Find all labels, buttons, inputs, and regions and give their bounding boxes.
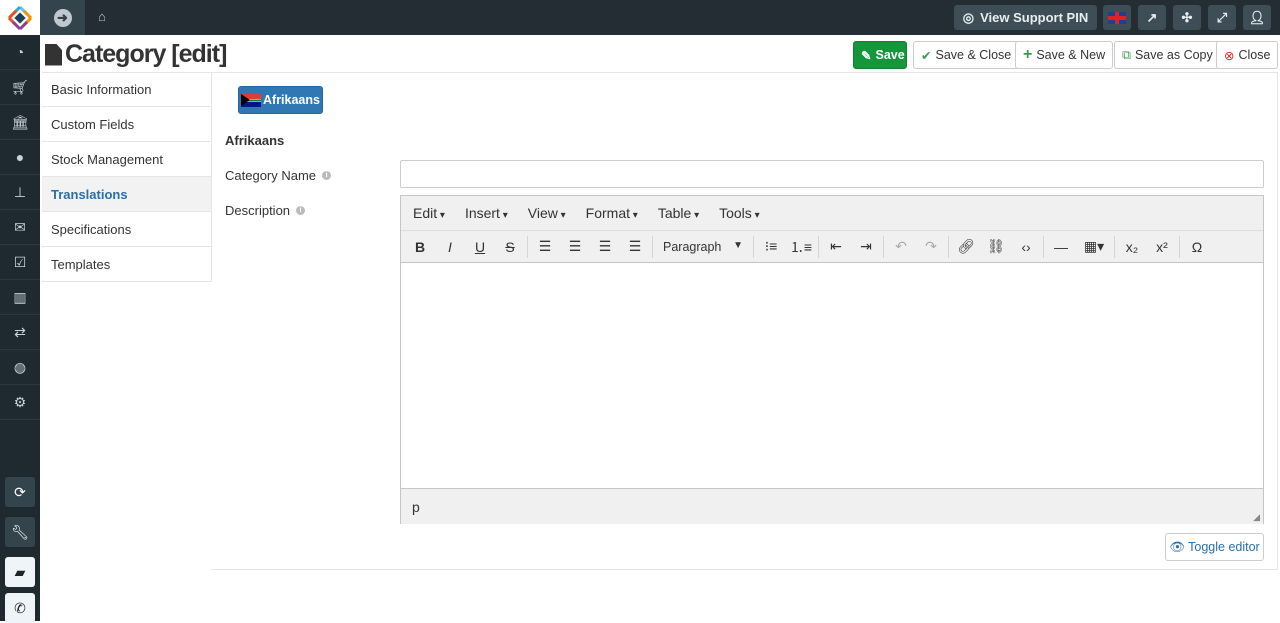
user-icon[interactable]: 👤︎ [1243, 5, 1271, 30]
close-circle-icon: ⊗ [1224, 48, 1235, 63]
check-square-icon[interactable]: ☑ [0, 245, 40, 280]
life-ring-icon: ◎ [962, 9, 975, 25]
redo-icon[interactable]: ↷ [916, 238, 946, 255]
cart-icon[interactable]: 🛒︎ [0, 70, 40, 105]
align-left-icon[interactable]: ☰ [530, 238, 560, 255]
south-africa-flag-icon [241, 93, 261, 107]
editor-statusbar: p ◢ [401, 488, 1263, 524]
resize-handle-icon[interactable]: ◢ [1253, 512, 1260, 523]
save-as-copy-button[interactable]: ⧉ Save as Copy [1114, 41, 1221, 69]
indent-icon[interactable]: ⇥ [851, 238, 881, 255]
numbered-list-icon[interactable]: ⒈≡ [786, 237, 816, 257]
info-icon[interactable]: i [322, 171, 332, 180]
uk-flag-icon [1108, 11, 1126, 24]
bold-icon[interactable]: B [405, 239, 435, 255]
save-new-button[interactable]: + Save & New [1015, 41, 1114, 69]
info-icon[interactable]: i [296, 206, 306, 215]
menu-insert[interactable]: Insert [455, 205, 518, 221]
tab-basic-information[interactable]: Basic Information [42, 72, 211, 107]
save-button[interactable]: ✎ Save [853, 41, 907, 69]
italic-icon[interactable]: I [435, 239, 465, 255]
language-afrikaans-button[interactable]: Afrikaans [238, 86, 323, 114]
refresh-icon[interactable]: ⟳ [5, 477, 35, 507]
undo-icon[interactable]: ↶ [886, 238, 916, 255]
sitemap-icon[interactable]: ⊥ [0, 175, 40, 210]
underline-icon[interactable]: U [465, 239, 495, 255]
phone-icon[interactable]: ✆ [5, 593, 35, 623]
close-button[interactable]: ⊗ Close [1216, 41, 1279, 69]
arrow-right-circle-icon: ➜ [53, 8, 72, 27]
superscript-icon[interactable]: x² [1147, 239, 1177, 255]
logo[interactable] [0, 0, 40, 35]
dashboard-icon[interactable]: ◔ [0, 35, 40, 70]
toggle-editor-button[interactable]: 👁︎ Toggle editor [1165, 533, 1264, 561]
rich-text-editor: Edit Insert View Format Table Tools B I … [400, 195, 1264, 524]
caret-down-icon: ▼ [733, 239, 743, 251]
tab-list: Basic Information Custom Fields Stock Ma… [42, 72, 212, 282]
code-icon[interactable]: ‹› [1011, 239, 1041, 255]
language-button[interactable] [1103, 5, 1131, 30]
tab-specifications[interactable]: Specifications [42, 212, 211, 247]
horizontal-rule-icon[interactable]: — [1046, 239, 1076, 255]
outdent-icon[interactable]: ⇤ [821, 238, 851, 255]
menu-edit[interactable]: Edit [403, 205, 455, 221]
exchange-icon[interactable]: ⇄ [0, 315, 40, 350]
tab-translations[interactable]: Translations [42, 177, 211, 212]
user-icon[interactable]: ● [0, 140, 40, 175]
plus-icon: + [1023, 46, 1033, 63]
align-right-icon[interactable]: ☰ [590, 238, 620, 255]
tab-templates[interactable]: Templates [42, 247, 211, 282]
book-icon[interactable]: ▰ [5, 557, 35, 587]
link-icon[interactable]: 🔗︎ [951, 238, 981, 255]
menu-tools[interactable]: Tools [709, 205, 770, 221]
check-icon: ✔ [921, 48, 932, 63]
home-icon[interactable]: ⌂ [98, 9, 106, 24]
save-close-button[interactable]: ✔ Save & Close [913, 41, 1020, 69]
editor-content-area[interactable] [401, 263, 1263, 488]
category-name-input[interactable] [400, 160, 1264, 188]
bullet-list-icon[interactable]: ⁝≡ [756, 238, 786, 255]
align-center-icon[interactable]: ☰ [560, 238, 590, 255]
sidebar: ◔ 🛒︎ 🏛︎ ● ⊥ ✉ ☑ ▥ ⇄ ◍ ⚙ ⟳ 🔧︎ ▰ ✆ [0, 35, 40, 623]
element-path[interactable]: p [412, 499, 420, 515]
description-label: Description i [225, 203, 306, 218]
copy-icon: ⧉ [1122, 47, 1131, 62]
gear-icon[interactable]: ⚙ [0, 385, 40, 420]
eye-icon: 👁︎ [1169, 539, 1186, 554]
bank-icon[interactable]: 🏛︎ [0, 105, 40, 140]
subscript-icon[interactable]: x₂ [1117, 239, 1147, 255]
page-title: Category [edit] [45, 40, 227, 69]
globe-icon[interactable]: ◍ [0, 350, 40, 385]
align-justify-icon[interactable]: ☰ [620, 238, 650, 255]
language-heading: Afrikaans [225, 133, 285, 148]
menu-format[interactable]: Format [576, 205, 648, 221]
sidebar-toggle-button[interactable]: ➜ [40, 0, 85, 35]
menu-table[interactable]: Table [648, 205, 709, 221]
wrench-icon[interactable]: 🔧︎ [5, 517, 35, 547]
tab-stock-management[interactable]: Stock Management [42, 142, 211, 177]
tab-custom-fields[interactable]: Custom Fields [42, 107, 211, 142]
file-icon [45, 43, 62, 66]
editor-menubar: Edit Insert View Format Table Tools [401, 196, 1263, 231]
block-format-select[interactable]: Paragraph ▼ [655, 240, 751, 254]
menu-view[interactable]: View [518, 205, 576, 221]
category-name-label: Category Name i [225, 168, 332, 183]
unlink-icon[interactable]: ⛓ [981, 238, 1011, 255]
special-character-icon[interactable]: Ω [1182, 239, 1212, 255]
joomla-icon[interactable]: ✣ [1173, 5, 1201, 30]
external-link-icon[interactable]: ↗ [1138, 5, 1166, 30]
bar-chart-icon[interactable]: ▥ [0, 280, 40, 315]
edit-icon: ✎ [861, 48, 872, 63]
strikethrough-icon[interactable]: S [495, 239, 525, 255]
envelope-icon[interactable]: ✉ [0, 210, 40, 245]
editor-toolbar: B I U S ☰ ☰ ☰ ☰ Paragraph ▼ ⁝≡ ⒈≡ ⇤ ⇥ ↶ ↷… [401, 231, 1263, 263]
view-support-pin-button[interactable]: ◎ View Support PIN [954, 5, 1097, 30]
fullscreen-icon[interactable]: ⤢ [1208, 5, 1236, 30]
table-icon[interactable]: ▦▾ [1076, 238, 1112, 255]
